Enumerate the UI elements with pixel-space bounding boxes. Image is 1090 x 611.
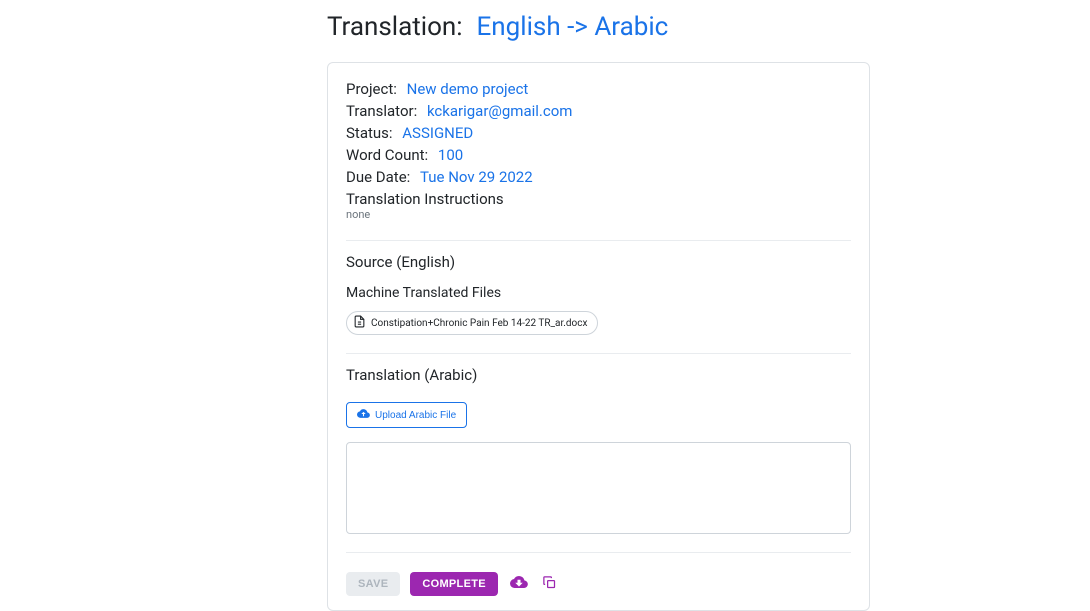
- divider: [346, 552, 851, 553]
- project-link[interactable]: New demo project: [407, 80, 529, 98]
- cloud-upload-icon: [357, 407, 375, 423]
- page-title-row: Translation: English -> Arabic: [327, 12, 1090, 42]
- mt-file-name: Constipation+Chronic Pain Feb 14-22 TR_a…: [371, 318, 587, 329]
- meta-project: Project: New demo project: [346, 79, 851, 100]
- source-heading: Source (English): [346, 253, 851, 271]
- footer-actions: SAVE COMPLETE: [346, 571, 851, 596]
- mt-file-chip[interactable]: Constipation+Chronic Pain Feb 14-22 TR_a…: [346, 311, 598, 335]
- divider: [346, 353, 851, 354]
- instructions-label: Translation Instructions: [346, 190, 851, 208]
- mt-files-heading: Machine Translated Files: [346, 285, 851, 301]
- meta-project-label: Project:: [346, 80, 397, 98]
- status-badge: ASSIGNED: [402, 124, 473, 142]
- divider: [346, 240, 851, 241]
- meta-translator: Translator: kckarigar@gmail.com: [346, 101, 851, 122]
- translation-heading: Translation (Arabic): [346, 366, 851, 384]
- meta-translator-label: Translator:: [346, 102, 417, 120]
- download-button[interactable]: [508, 571, 530, 596]
- instructions-input[interactable]: [346, 208, 851, 226]
- upload-file-button[interactable]: Upload Arabic File: [346, 402, 467, 428]
- save-button[interactable]: SAVE: [346, 572, 400, 596]
- meta-wordcount-label: Word Count:: [346, 146, 428, 164]
- page-title-label: Translation:: [327, 12, 463, 42]
- meta-wordcount: Word Count: 100: [346, 145, 851, 166]
- translation-card: Project: New demo project Translator: kc…: [327, 62, 870, 611]
- translator-link[interactable]: kckarigar@gmail.com: [427, 102, 572, 120]
- meta-duedate-label: Due Date:: [346, 168, 410, 186]
- wordcount-value: 100: [438, 146, 463, 164]
- meta-duedate: Due Date: Tue Nov 29 2022: [346, 167, 851, 188]
- cloud-download-icon: [510, 573, 528, 594]
- copy-button[interactable]: [540, 573, 559, 595]
- page-title-value: English -> Arabic: [477, 12, 669, 42]
- meta-status: Status: ASSIGNED: [346, 123, 851, 144]
- upload-button-label: Upload Arabic File: [375, 410, 456, 421]
- meta-status-label: Status:: [346, 124, 393, 142]
- copy-icon: [542, 575, 557, 593]
- complete-button[interactable]: COMPLETE: [410, 572, 498, 596]
- translation-textarea[interactable]: [346, 442, 851, 534]
- duedate-value: Tue Nov 29 2022: [420, 168, 533, 186]
- file-icon: [353, 315, 371, 331]
